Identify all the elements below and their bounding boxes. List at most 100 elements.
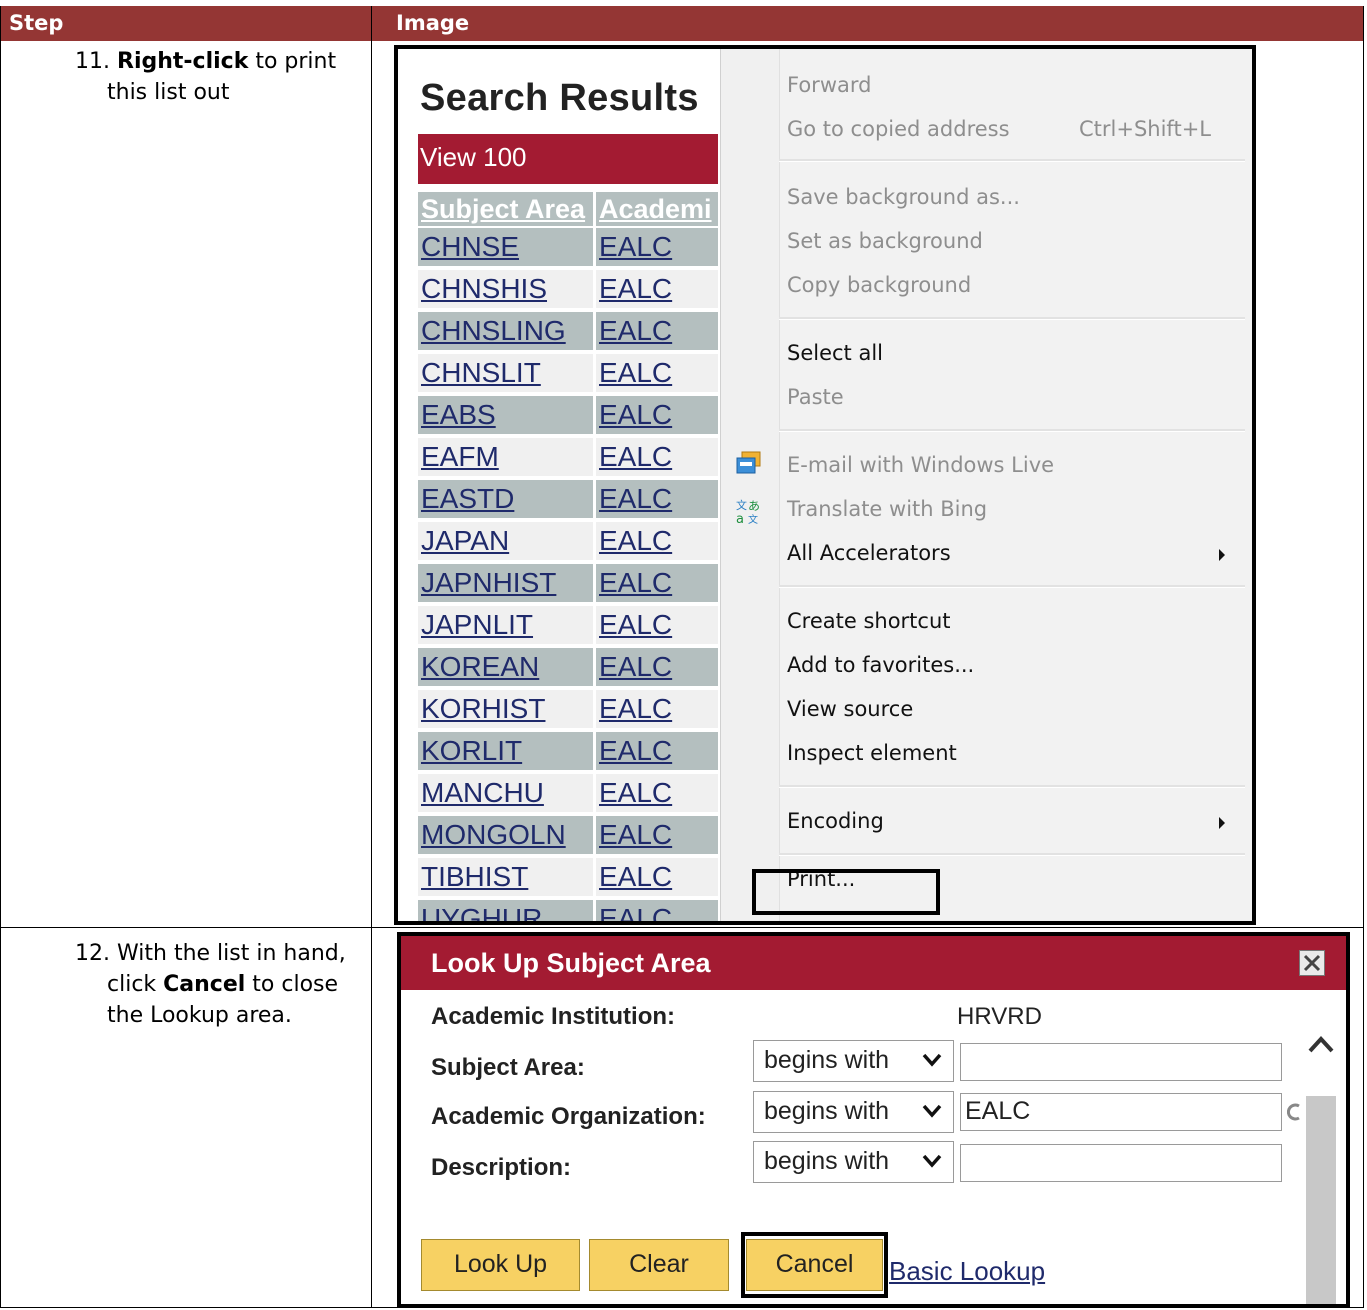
column-divider <box>371 6 372 1308</box>
view-100-link[interactable]: View 100 <box>418 134 718 184</box>
academic-org-link[interactable]: EALC <box>596 312 718 350</box>
menu-item-all-accelerators[interactable]: All Accelerators <box>787 541 951 565</box>
academic-org-link[interactable]: EALC <box>596 354 718 392</box>
chevron-down-icon <box>922 1154 942 1168</box>
menu-item-label: View source <box>787 697 914 721</box>
lookup-icon[interactable] <box>1287 1103 1301 1121</box>
scrollbar-track[interactable] <box>1306 1096 1336 1304</box>
menu-separator <box>779 585 1245 588</box>
menu-item-set-as-background[interactable]: Set as background <box>787 229 983 253</box>
academic-org-link[interactable]: EALC <box>596 774 718 812</box>
menu-item-go-to-copied-address[interactable]: Go to copied address <box>787 117 1010 141</box>
menu-item-label: E-mail with Windows Live <box>787 453 1055 477</box>
institution-value: HRVRD <box>957 1003 1042 1030</box>
academic-org-link[interactable]: EALC <box>596 228 718 266</box>
subject-area-link[interactable]: EASTD <box>418 480 593 518</box>
subject-area-link[interactable]: UYGHUR <box>418 900 593 921</box>
menu-item-label: Select all <box>787 341 883 365</box>
menu-item-select-all[interactable]: Select all <box>787 341 883 365</box>
description-operator-select[interactable]: begins with <box>753 1141 954 1183</box>
menu-item-save-background-as[interactable]: Save background as... <box>787 185 1020 209</box>
menu-item-paste[interactable]: Paste <box>787 385 844 409</box>
submenu-arrow-icon <box>1219 817 1225 829</box>
clear-button[interactable]: Clear <box>589 1239 729 1291</box>
column-header[interactable]: Subject Area <box>418 192 593 226</box>
menu-item-copy-background[interactable]: Copy background <box>787 273 971 297</box>
menu-item-label: All Accelerators <box>787 541 951 565</box>
menu-item-create-shortcut[interactable]: Create shortcut <box>787 609 951 633</box>
academic-organization-operator-select[interactable]: begins with <box>753 1091 954 1133</box>
look-up-button[interactable]: Look Up <box>421 1239 580 1291</box>
cancel-highlight-box <box>741 1232 888 1298</box>
context-menu-gutter <box>721 49 780 921</box>
subject-area-link[interactable]: CHNSLIT <box>418 354 593 392</box>
chevron-down-icon <box>922 1104 942 1118</box>
context-menu: Forward Go to copied address Ctrl+Shift+L S… <box>720 49 1252 921</box>
svg-text:文: 文 <box>748 513 758 525</box>
academic-org-link[interactable]: EALC <box>596 816 718 854</box>
academic-org-link[interactable]: EALC <box>596 648 718 686</box>
subject-area-label: Subject Area: <box>431 1054 585 1081</box>
menu-separator <box>779 785 1245 788</box>
academic-org-link[interactable]: EALC <box>596 732 718 770</box>
subject-area-link[interactable]: JAPNHIST <box>418 564 593 602</box>
subject-area-link[interactable]: CHNSHIS <box>418 270 593 308</box>
menu-separator <box>779 317 1245 320</box>
menu-item-forward[interactable]: Forward <box>787 73 871 97</box>
close-icon[interactable] <box>1299 950 1325 976</box>
subject-area-link[interactable]: JAPNLIT <box>418 606 593 644</box>
academic-org-link[interactable]: EALC <box>596 858 718 896</box>
academic-organization-input[interactable]: EALC <box>960 1093 1282 1131</box>
subject-area-link[interactable]: KOREAN <box>418 648 593 686</box>
academic-org-link[interactable]: EALC <box>596 606 718 644</box>
academic-org-link[interactable]: EALC <box>596 690 718 728</box>
subject-area-link[interactable]: CHNSLING <box>418 312 593 350</box>
menu-item-translate-with-bing[interactable]: Translate with Bing <box>787 497 987 521</box>
subject-area-link[interactable]: JAPAN <box>418 522 593 560</box>
subject-area-operator-select[interactable]: begins with <box>753 1040 954 1082</box>
subject-area-link[interactable]: EAFM <box>418 438 593 476</box>
menu-item-email-with-windows-live[interactable]: E-mail with Windows Live <box>787 453 1054 477</box>
academic-org-link[interactable]: EALC <box>596 438 718 476</box>
image-column-header: Image <box>372 6 1363 41</box>
menu-separator <box>779 429 1245 432</box>
subject-area-link[interactable]: MONGOLN <box>418 816 593 854</box>
subject-area-link[interactable]: MANCHU <box>418 774 593 812</box>
subject-area-link[interactable]: TIBHIST <box>418 858 593 896</box>
subject-area-link[interactable]: KORLIT <box>418 732 593 770</box>
academic-org-link[interactable]: EALC <box>596 564 718 602</box>
submenu-arrow-icon <box>1219 549 1225 561</box>
academic-org-link[interactable]: EALC <box>596 900 718 921</box>
academic-organization-label: Academic Organization: <box>431 1103 706 1130</box>
academic-org-link[interactable]: EALC <box>596 522 718 560</box>
menu-item-label: Save background as... <box>787 185 1020 209</box>
menu-item-inspect-element[interactable]: Inspect element <box>787 741 957 765</box>
close-x-glyph <box>1303 954 1321 972</box>
subject-area-link[interactable]: EABS <box>418 396 593 434</box>
menu-item-label: Set as background <box>787 229 983 253</box>
search-results-screenshot: Search Results View 100 Subject Area Acad… <box>394 45 1256 925</box>
menu-item-label: Translate with Bing <box>787 497 988 521</box>
basic-lookup-link[interactable]: Basic Lookup <box>889 1256 1045 1287</box>
academic-org-link[interactable]: EALC <box>596 480 718 518</box>
svg-text:あ: あ <box>748 499 760 513</box>
description-label: Description: <box>431 1154 572 1181</box>
subject-area-link[interactable]: CHNSE <box>418 228 593 266</box>
menu-item-add-to-favorites[interactable]: Add to favorites... <box>787 653 974 677</box>
description-input[interactable] <box>960 1144 1282 1182</box>
subject-area-link[interactable]: KORHIST <box>418 690 593 728</box>
academic-org-link[interactable]: EALC <box>596 396 718 434</box>
menu-item-encoding[interactable]: Encoding <box>787 809 884 833</box>
menu-item-view-source[interactable]: View source <box>787 697 913 721</box>
menu-item-label: Paste <box>787 385 844 409</box>
chevron-down-icon <box>922 1053 942 1067</box>
svg-text:文: 文 <box>736 498 747 512</box>
subject-area-input[interactable] <box>960 1043 1282 1081</box>
scroll-up-icon[interactable] <box>1306 1032 1336 1056</box>
column-header[interactable]: Academi <box>596 192 718 226</box>
windows-live-icon <box>736 451 761 474</box>
menu-item-label: Create shortcut <box>787 609 951 633</box>
menu-item-shortcut: Ctrl+Shift+L <box>1079 117 1211 141</box>
academic-org-link[interactable]: EALC <box>596 270 718 308</box>
menu-separator <box>779 159 1245 162</box>
